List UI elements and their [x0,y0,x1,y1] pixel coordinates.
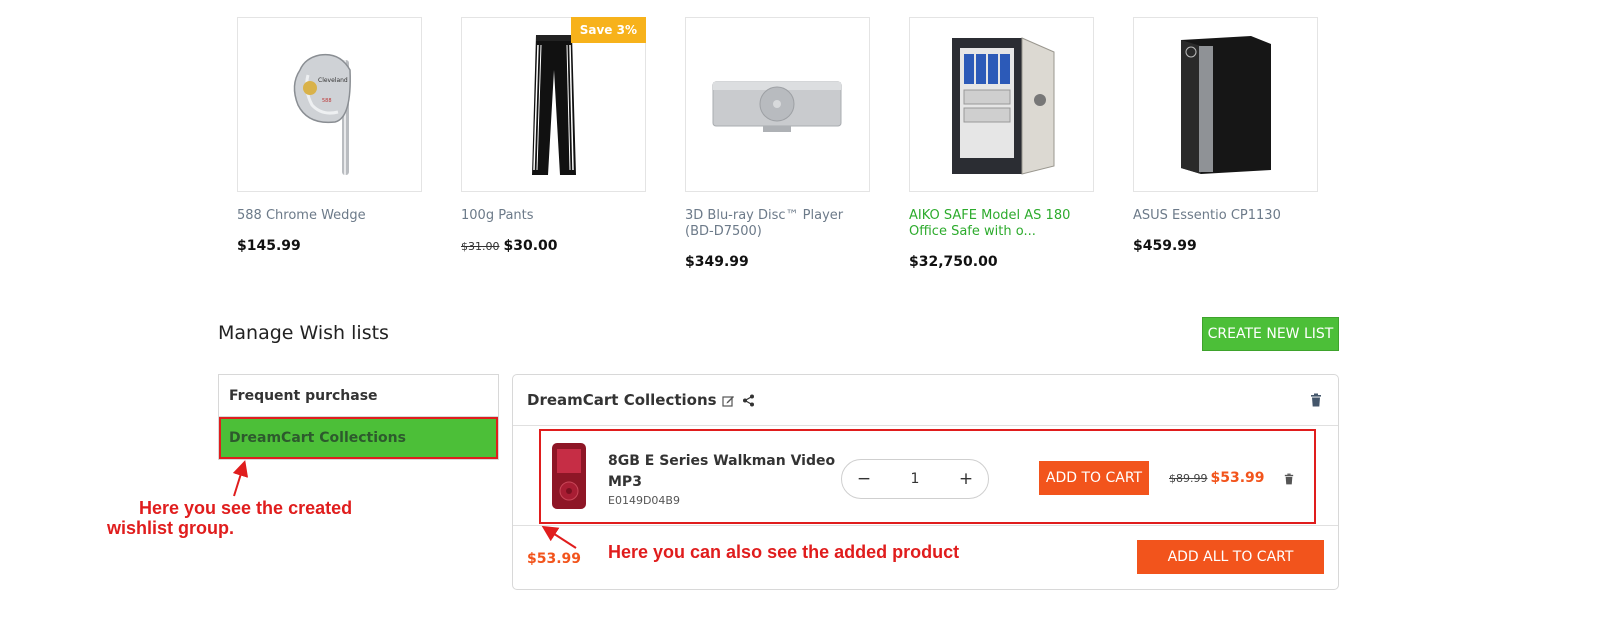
wishlist-product-name[interactable]: 8GB E Series Walkman Video MP3 [608,451,838,493]
wishlist-section-title: Manage Wish lists [218,322,389,344]
product-card: 3D Blu-ray Disc™ Player (BD-D7500) $349.… [685,17,870,270]
remove-item-icon[interactable] [1281,471,1297,487]
wishlist-item-frequent-purchase[interactable]: Frequent purchase [219,375,498,417]
product-current-price: $349.99 [685,254,749,270]
quantity-increase-button[interactable]: + [958,469,974,489]
golf-wedge-icon: Cleveland 588 [293,53,351,175]
annotation-wishlist-group: Here you see the created wishlist group. [107,498,407,538]
product-card: AIKO SAFE Model AS 180 Office Safe with … [909,17,1094,270]
product-price: $349.99 [685,254,870,270]
add-to-cart-button[interactable]: ADD TO CART [1039,461,1149,495]
delete-list-icon[interactable] [1308,392,1324,408]
annotation-line: Here you see the created [139,498,353,518]
wishlist-item-dreamcart-collections[interactable]: DreamCart Collections [219,417,498,459]
product-current-price: $459.99 [1133,238,1197,254]
office-safe-icon [951,36,1054,175]
edit-icon[interactable] [721,392,737,408]
product-name-link[interactable]: 3D Blu-ray Disc™ Player (BD-D7500) [685,208,870,240]
walkman-icon [552,443,586,509]
product-card: ASUS Essentio CP1130 $459.99 [1133,17,1318,270]
svg-text:588: 588 [322,98,332,104]
product-name-link[interactable]: ASUS Essentio CP1130 [1133,208,1318,224]
product-thumbnail[interactable] [1133,17,1318,192]
quantity-value[interactable]: 1 [895,471,935,487]
add-all-to-cart-button[interactable]: ADD ALL TO CART [1137,540,1324,574]
product-thumbnail[interactable] [909,17,1094,192]
wishlist-sidebar: Frequent purchase DreamCart Collections [218,374,499,460]
svg-text:Cleveland: Cleveland [318,77,348,84]
wishlist-product-current-price: $53.99 [1210,470,1265,486]
product-name-link[interactable]: 588 Chrome Wedge [237,208,422,224]
bluray-player-icon [712,81,841,132]
annotation-added-product: Here you can also see the added product [608,542,960,562]
product-thumbnail[interactable]: Cleveland 588 [237,17,422,192]
product-current-price: $145.99 [237,238,301,254]
share-icon[interactable] [741,392,757,408]
quantity-stepper: − 1 + [841,459,989,499]
quantity-decrease-button[interactable]: − [856,469,872,489]
save-badge: Save 3% [570,17,646,43]
annotation-line: wishlist group. [107,518,235,538]
desktop-tower-icon [1180,35,1271,174]
product-current-price: $30.00 [503,238,558,254]
wishlist-panel-header: DreamCart Collections [513,375,1338,426]
product-strip: Cleveland 588 588 Chrome Wedge $145.99 S… [237,17,1318,270]
wishlist-product-sku: E0149D04B9 [608,494,680,507]
product-thumbnail[interactable] [685,17,870,192]
wishlist-panel-title: DreamCart Collections [527,391,717,409]
wishlist-product-old-price: $89.99 [1169,472,1208,485]
product-price: $145.99 [237,238,422,254]
product-card: Save 3% 100g Pants $31.00 $30.00 [461,17,646,270]
product-thumbnail[interactable]: Save 3% [461,17,646,192]
product-price: $459.99 [1133,238,1318,254]
product-price: $32,750.00 [909,254,1094,270]
product-name-link[interactable]: AIKO SAFE Model AS 180 Office Safe with … [909,208,1094,240]
product-card: Cleveland 588 588 Chrome Wedge $145.99 [237,17,422,270]
wishlist-total: $53.99 [527,551,582,567]
product-old-price: $31.00 [461,240,500,253]
product-name-link[interactable]: 100g Pants [461,208,646,224]
wishlist-product-row: 8GB E Series Walkman Video MP3 E0149D04B… [539,429,1316,524]
product-price: $31.00 $30.00 [461,238,646,254]
wishlist-product-price: $89.99 $53.99 [1169,470,1265,486]
pants-icon [531,34,576,175]
product-current-price: $32,750.00 [909,254,998,270]
create-new-list-button[interactable]: CREATE NEW LIST [1202,317,1339,351]
